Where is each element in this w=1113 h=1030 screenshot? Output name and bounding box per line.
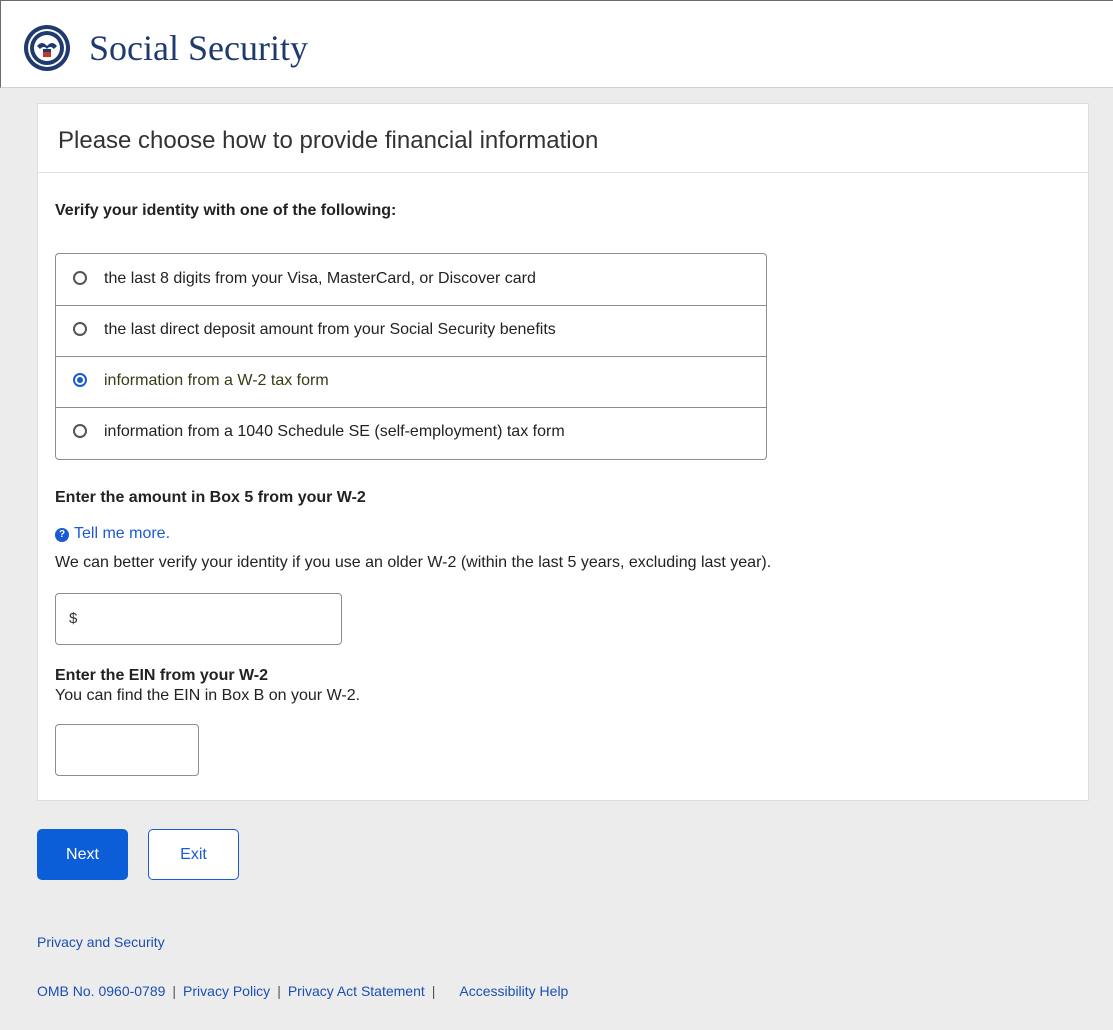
page-title: Please choose how to provide financial i… [58,127,599,154]
option-label: the last 8 digits from your Visa, Master… [104,270,536,287]
verify-identity-label: Verify your identity with one of the fol… [55,202,397,219]
accessibility-help-link[interactable]: Accessibility Help [459,983,568,999]
exit-button[interactable]: Exit [148,829,239,880]
box5-amount-field[interactable]: $ [55,593,342,645]
option-label: the last direct deposit amount from your… [104,321,556,338]
footer-separator: | [172,983,177,999]
radio-button-selected[interactable] [73,373,87,387]
option-schedule-se[interactable]: information from a 1040 Schedule SE (sel… [56,407,766,458]
footer-separator: | [277,983,281,999]
radio-button[interactable] [73,424,87,438]
older-w2-hint: We can better verify your identity if yo… [55,554,772,571]
privacy-policy-link[interactable]: Privacy Policy [183,983,270,999]
radio-button[interactable] [73,322,87,336]
site-brand[interactable]: Social Security [89,24,308,72]
question-circle-icon: ? [55,528,69,542]
option-label: information from a W-2 tax form [104,372,329,389]
card-header: Please choose how to provide financial i… [38,104,1088,173]
option-credit-card[interactable]: the last 8 digits from your Visa, Master… [56,254,766,306]
verification-options: the last 8 digits from your Visa, Master… [55,253,767,460]
ein-hint: You can find the EIN in Box B on your W-… [55,687,361,704]
footer-links: OMB No. 0960-0789 | Privacy Policy | Privacy… [37,983,568,999]
site-header: Social Security [0,0,1113,88]
tell-me-more-label: Tell me more. [74,525,171,542]
option-label: information from a 1040 Schedule SE (sel… [104,423,565,440]
box5-amount-label: Enter the amount in Box 5 from your W-2 [55,489,366,506]
option-direct-deposit[interactable]: the last direct deposit amount from your… [56,305,766,357]
option-w2[interactable]: information from a W-2 tax form [56,356,766,408]
privacy-and-security-link[interactable]: Privacy and Security [37,934,165,950]
next-button[interactable]: Next [37,829,128,880]
box5-amount-input[interactable] [82,604,336,636]
privacy-act-link[interactable]: Privacy Act Statement [288,983,425,999]
omb-number-link[interactable]: OMB No. 0960-0789 [37,983,165,999]
ein-label: Enter the EIN from your W-2 [55,667,269,684]
tell-me-more-link[interactable]: ? Tell me more. [55,524,170,544]
financial-info-card: Please choose how to provide financial i… [37,103,1089,801]
footer-separator: | [431,983,436,999]
ssa-seal-icon[interactable] [23,24,71,72]
radio-button[interactable] [73,271,87,285]
dollar-prefix: $ [69,610,78,627]
ein-input[interactable] [55,724,199,776]
